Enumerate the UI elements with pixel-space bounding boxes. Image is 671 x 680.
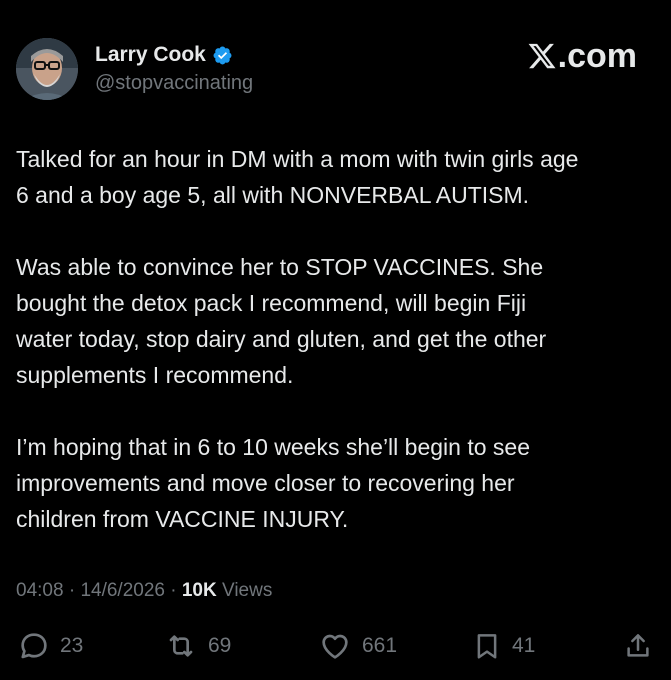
meta-separator: · [68,580,76,601]
tweet-actions: 23 69 661 41 [0,626,671,666]
views-count: 10K [181,580,217,601]
verified-badge-icon [213,46,232,64]
author-name[interactable]: Larry Cook [95,42,206,68]
meta-separator: · [170,580,177,601]
reply-button[interactable]: 23 [18,626,83,666]
tweet-paragraph: Talked for an hour in DM with a mom with… [16,146,579,208]
reply-icon [21,633,47,659]
repost-count: 69 [208,634,232,657]
tweet-card: Larry Cook @stopvaccinating .com Talked … [0,0,671,680]
tweet-date[interactable]: 14/6/2026 [80,580,165,601]
share-button[interactable] [623,626,653,666]
heart-icon [322,634,348,659]
brand-domain-text: .com [557,37,637,75]
share-icon [627,634,649,657]
reply-count: 23 [60,634,84,657]
repost-button[interactable]: 69 [164,626,231,666]
like-count: 661 [362,634,398,657]
repost-icon [169,635,193,657]
tweet-text: Talked for an hour in DM with a mom with… [16,141,656,573]
tweet-paragraph: I’m hoping that in 6 to 10 weeks she’ll … [16,434,530,532]
site-brand: .com [527,36,637,76]
bookmark-button[interactable]: 41 [472,626,535,666]
tweet-paragraph: Was able to convince her to STOP VACCINE… [16,254,547,388]
x-logo-icon [528,43,556,69]
bookmark-icon [477,634,497,659]
author-avatar[interactable] [16,38,78,100]
author-handle[interactable]: @stopvaccinating [95,71,253,95]
views-label: Views [222,580,273,601]
tweet-time[interactable]: 04:08 [16,580,64,601]
tweet-meta: 04:08 · 14/6/2026 · 10K Views [16,577,272,605]
like-button[interactable]: 661 [318,626,397,666]
author-name-row: Larry Cook [95,42,233,68]
bookmark-count: 41 [512,634,536,657]
avatar-photo-icon [16,38,78,100]
